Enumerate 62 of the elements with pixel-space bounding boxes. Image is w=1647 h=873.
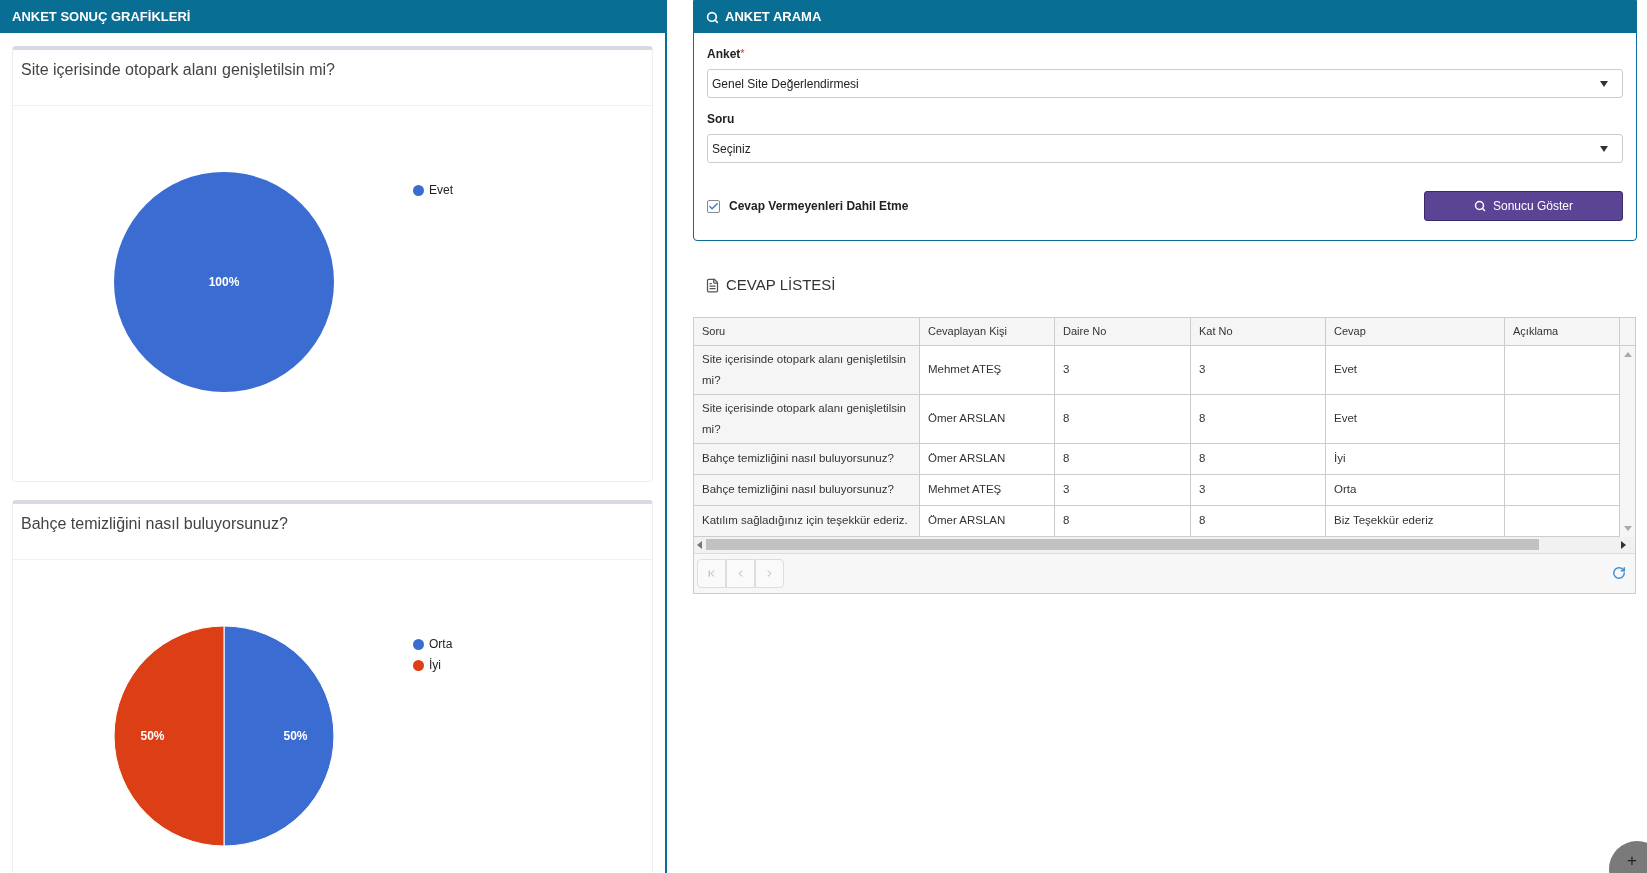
chart-title: Site içerisinde otopark alanı genişletilsin mi?	[21, 60, 335, 80]
field-label: Soru	[707, 111, 735, 128]
legend-label: Evet	[429, 182, 453, 199]
column-header: Kat No	[1199, 323, 1233, 339]
table-cell-text: Ömer ARSLAN	[928, 513, 1006, 528]
table-cell-text: Site içerisinde otopark alanı genişletilsin mi?	[702, 351, 907, 388]
show-result-button[interactable]: Sonucu Göster	[1424, 191, 1623, 221]
required-mark: *	[740, 46, 745, 61]
table-cell-text: 3	[1199, 482, 1206, 497]
column-header: Cevap	[1334, 323, 1366, 339]
checkbox-label: Cevap Vermeyenleri Dahil Etme	[729, 198, 909, 215]
table-cell-text: İyi	[1334, 451, 1346, 466]
table-cell-text: Evet	[1334, 362, 1357, 377]
table-cell-text: 8	[1063, 513, 1070, 528]
slice-label: 50%	[283, 729, 308, 743]
table-cell-text: 3	[1063, 482, 1070, 497]
table-cell-text: Katılım sağladığınız için teşekkür ederiz.	[702, 513, 908, 528]
table-cell-text: Biz Teşekkür ederiz	[1334, 513, 1434, 528]
table-cell-text: 8	[1063, 411, 1070, 426]
table-cell-text: Site içerisinde otopark alanı genişletilsin mi?	[702, 400, 907, 437]
table-cell-text: Mehmet ATEŞ	[928, 482, 1002, 497]
table-cell-text: 8	[1199, 513, 1206, 528]
table-cell-text: Orta	[1334, 482, 1357, 497]
select-field[interactable]: Genel Site Değerlendirmesi	[707, 69, 1623, 98]
column-header: Cevaplayan Kişi	[928, 323, 1007, 339]
dropdown-caret-icon	[1600, 80, 1608, 87]
legend-label: İyi	[429, 657, 441, 674]
slice-label: 100%	[208, 275, 240, 289]
field-label: Anket	[707, 46, 741, 63]
table-cell-text: Bahçe temizliğini nasıl buluyorsunuz?	[702, 482, 894, 497]
vertical-scrollbar[interactable]	[1620, 345, 1635, 537]
table-cell-text: 8	[1063, 451, 1070, 466]
next-page-button[interactable]	[755, 558, 784, 588]
table-cell-text: Evet	[1334, 411, 1357, 426]
table-cell-text: 3	[1199, 362, 1206, 377]
table-cell-text: Mehmet ATEŞ	[928, 362, 1002, 377]
table-cell-text: Ömer ARSLAN	[928, 451, 1006, 466]
panel-title: ANKET SONUÇ GRAFİKLERİ	[12, 7, 191, 26]
table-cell-text: Ömer ARSLAN	[928, 411, 1006, 426]
add-button[interactable]: +	[1609, 841, 1647, 873]
first-page-icon	[706, 567, 717, 579]
chart-title: Bahçe temizliğini nasıl buluyorsunuz?	[21, 514, 288, 534]
table-cell-text: 8	[1199, 451, 1206, 466]
search-icon	[1473, 200, 1486, 212]
legend-label: Orta	[429, 636, 453, 653]
table-cell-text: Bahçe temizliğini nasıl buluyorsunuz?	[702, 451, 894, 466]
first-page-button[interactable]	[697, 558, 726, 588]
panel-title: ANKET ARAMA	[725, 8, 822, 27]
search-icon	[706, 10, 719, 24]
checkbox[interactable]	[707, 199, 720, 213]
table-cell-text: 3	[1063, 362, 1070, 377]
document-icon	[705, 277, 720, 293]
column-header: Soru	[702, 323, 726, 339]
slice-label: 50%	[140, 729, 165, 743]
section-title: CEVAP LİSTESİ	[726, 275, 836, 295]
dropdown-caret-icon	[1600, 145, 1608, 152]
table-cell-text: 8	[1199, 411, 1206, 426]
column-header: Daire No	[1063, 323, 1107, 339]
column-header: Açıklama	[1513, 323, 1559, 339]
previous-page-button[interactable]	[726, 558, 755, 588]
refresh-icon[interactable]	[1612, 566, 1626, 580]
select-field[interactable]: Seçiniz	[707, 134, 1623, 163]
